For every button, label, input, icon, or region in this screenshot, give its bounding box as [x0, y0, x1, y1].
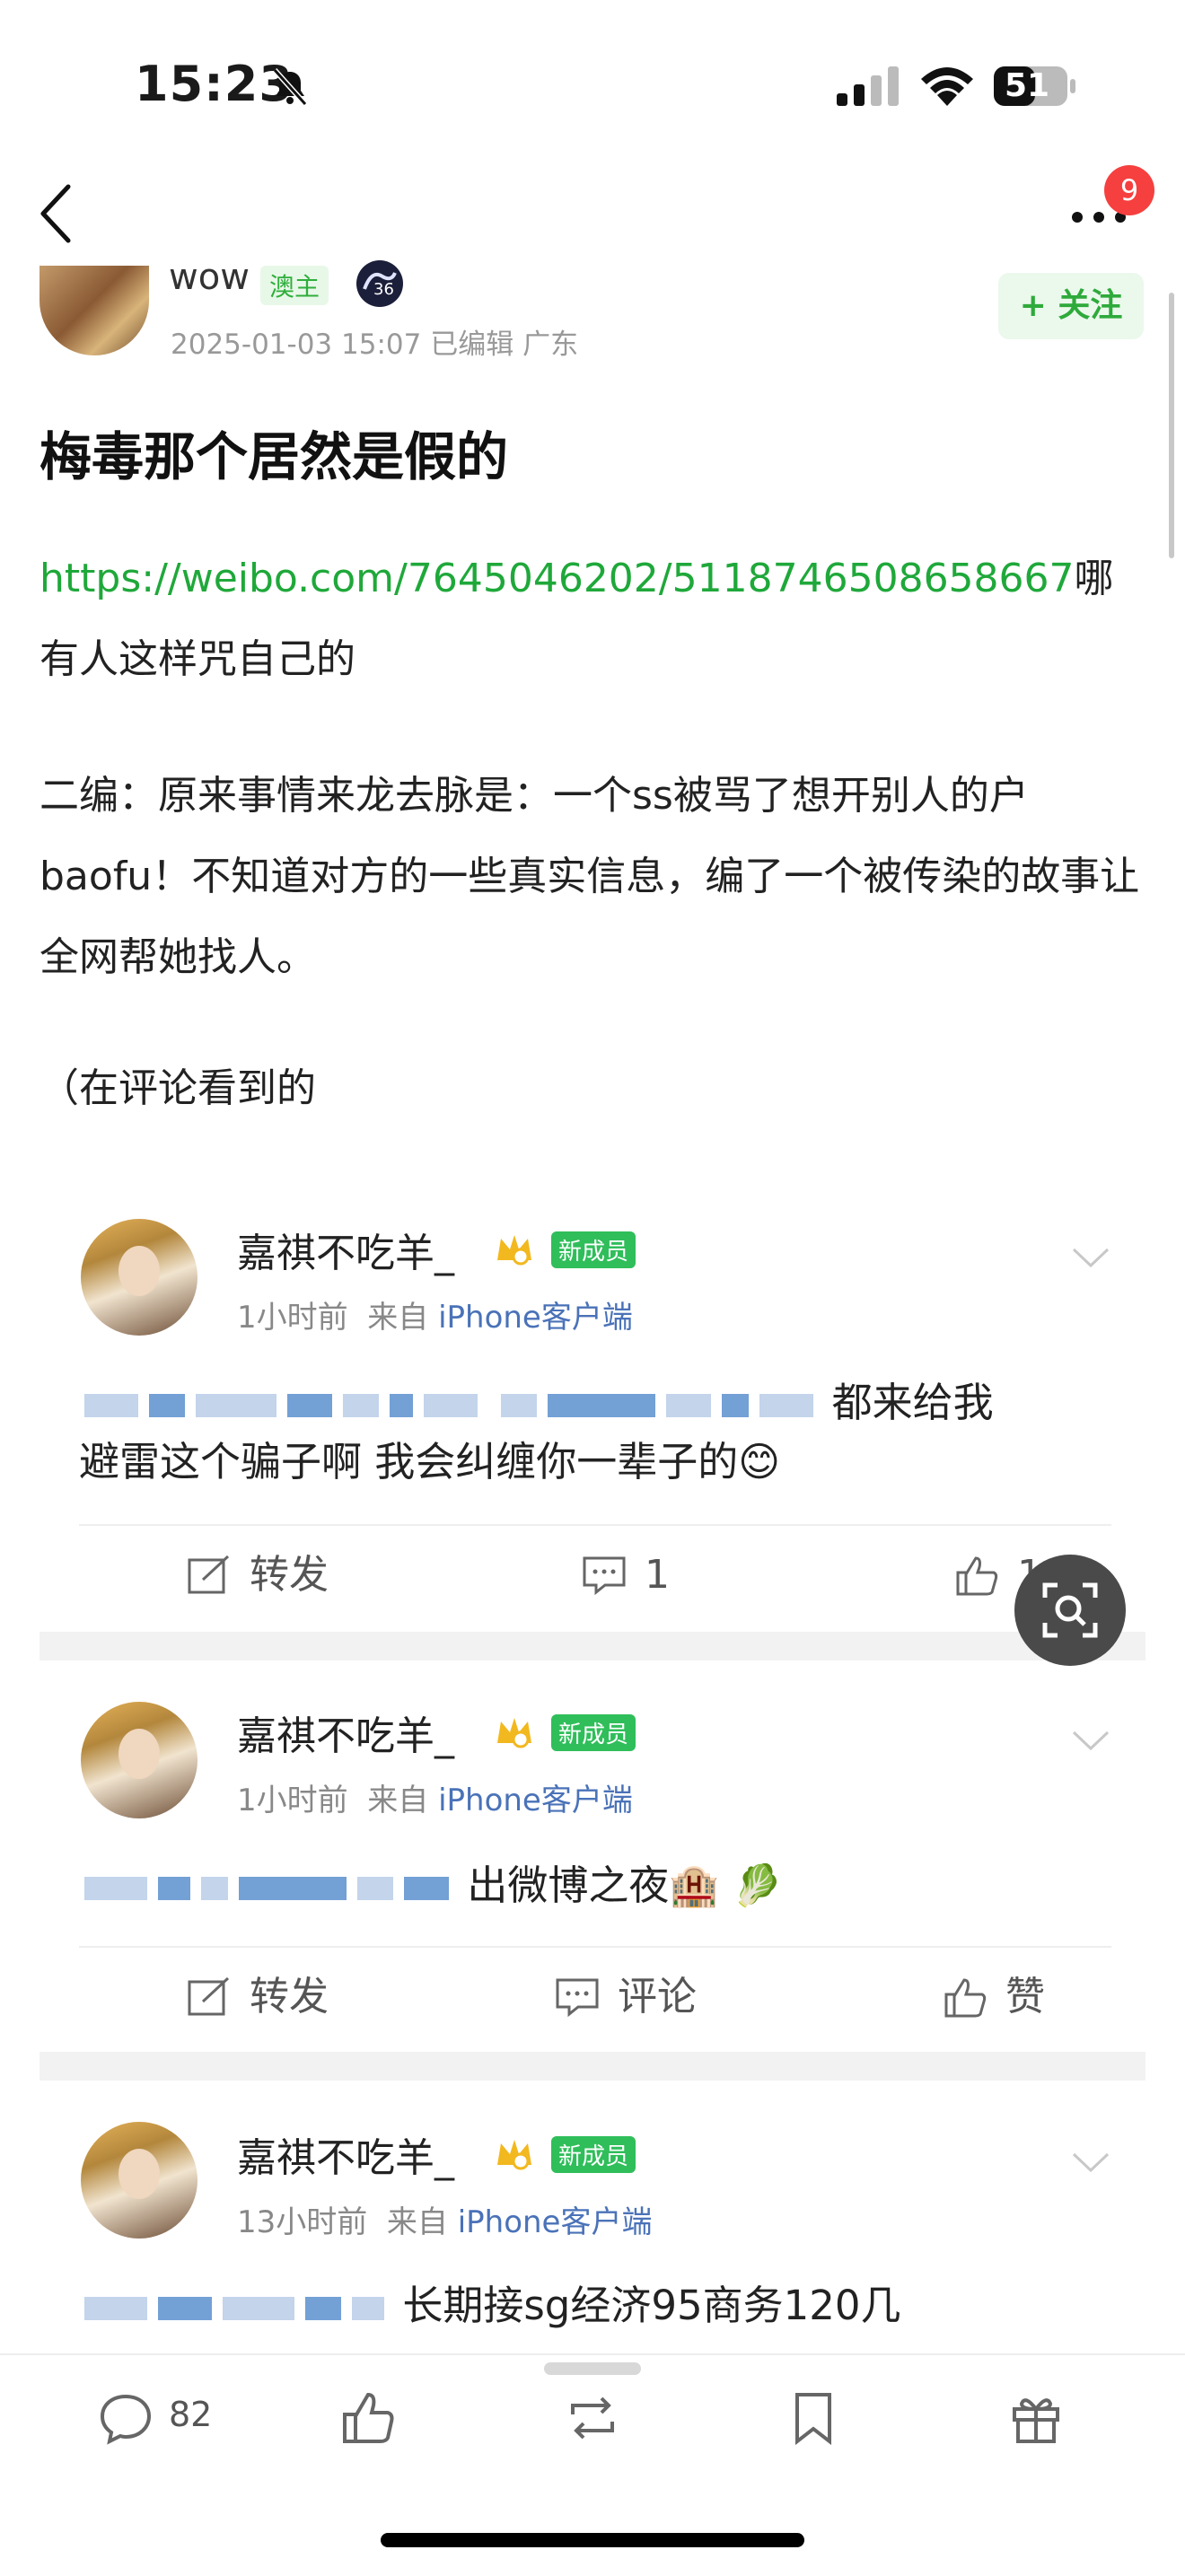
redacted-block	[79, 2282, 390, 2329]
svg-text:36: 36	[373, 280, 394, 299]
vip-crown-icon	[497, 1718, 531, 1748]
repost-icon[interactable]	[566, 2391, 619, 2445]
comment-icon	[556, 1978, 599, 2018]
repost-icon	[188, 1555, 230, 1594]
chevron-down-icon	[1072, 1248, 1110, 1268]
comment-actions: 转发 评论 赞	[79, 1946, 1111, 2046]
author-name[interactable]: wow	[169, 257, 250, 298]
comment-username: 嘉祺不吃羊_	[237, 1713, 454, 1759]
member-tag: 新成员	[551, 1231, 636, 1268]
member-tag: 新成员	[551, 2136, 636, 2173]
comment-meta: 1小时前 来自 iPhone客户端	[237, 1783, 633, 1818]
post-link-paragraph: https://weibo.com/7645046202/51187465086…	[40, 539, 1144, 700]
comment-meta: 13小时前 来自 iPhone客户端	[237, 2204, 653, 2240]
comment-text: 出微博之夜🏨 🥬	[79, 1856, 1111, 1915]
post-source-note: （在评论看到的	[40, 1065, 316, 1111]
notification-badge: 9	[1104, 165, 1154, 215]
gift-icon[interactable]	[1009, 2391, 1063, 2445]
comment-text: 长期接sg经济95商务120几	[79, 2276, 1111, 2335]
comment-avatar	[81, 2122, 198, 2239]
post-meta: 2025-01-03 15:07 已编辑 广东	[171, 321, 578, 362]
comment-username: 嘉祺不吃羊_	[237, 1231, 454, 1276]
comment-username: 嘉祺不吃羊_	[237, 2135, 454, 2181]
sheet-handle[interactable]	[544, 2362, 641, 2375]
comment-avatar	[81, 1702, 198, 1818]
member-tag: 新成员	[551, 1714, 636, 1751]
redacted-block	[79, 1862, 454, 1909]
bookmark-icon[interactable]	[786, 2391, 840, 2445]
back-arrow-icon[interactable]	[38, 181, 74, 246]
follow-button[interactable]: + 关注	[998, 273, 1144, 339]
medal-icon: 36	[356, 260, 403, 307]
comment-actions: 转发 1 1	[79, 1524, 1111, 1625]
like-icon[interactable]	[341, 2391, 395, 2445]
comment-icon[interactable]	[99, 2391, 153, 2445]
wifi-icon	[921, 67, 973, 106]
post-edited: 已编辑	[430, 329, 514, 361]
silent-bell-icon	[272, 67, 308, 107]
author-badge: 澳主	[260, 266, 329, 305]
scrollbar[interactable]	[1169, 293, 1174, 558]
post-location: 广东	[522, 329, 579, 361]
chevron-down-icon	[1072, 2152, 1110, 2173]
separator	[40, 1632, 1146, 1660]
repost-icon	[188, 1976, 230, 2016]
vip-crown-icon	[497, 2140, 531, 2170]
comment-text: 都来给我 避雷这个骗子啊 我会纠缠你一辈子的😊	[79, 1379, 994, 1485]
vip-crown-icon	[497, 1235, 531, 1266]
redacted-block	[79, 1379, 819, 1426]
author-avatar[interactable]	[40, 266, 149, 355]
chevron-down-icon	[1072, 1730, 1110, 1751]
post-edit-note: 二编：原来事情来龙去脉是：一个ss被骂了想开别人的户baofu！不知道对方的一些…	[40, 773, 1140, 980]
post-timestamp: 2025-01-03 15:07	[171, 329, 422, 361]
image-search-icon	[1042, 1582, 1098, 1638]
comment-meta: 1小时前 来自 iPhone客户端	[237, 1300, 633, 1336]
thumbs-up-icon	[956, 1556, 998, 1596]
separator	[40, 2052, 1146, 2081]
thumbs-up-icon	[944, 1978, 987, 2018]
image-search-button[interactable]	[1014, 1555, 1126, 1666]
post-title: 梅毒那个居然是假的	[40, 426, 509, 487]
comment-count[interactable]: 82	[169, 2395, 212, 2434]
battery-level: 51	[1004, 67, 1050, 104]
post-link[interactable]: https://weibo.com/7645046202/51187465086…	[40, 556, 1075, 601]
comment-icon	[583, 1556, 626, 1596]
comment-avatar	[81, 1219, 198, 1336]
cell-signal-icon	[837, 66, 899, 106]
post-screenshot-image[interactable]: 嘉祺不吃羊_ 新成员 1小时前 来自 iPhone客户端 都来给我 避雷这个骗子…	[40, 1183, 1146, 2359]
home-indicator	[381, 2533, 804, 2547]
